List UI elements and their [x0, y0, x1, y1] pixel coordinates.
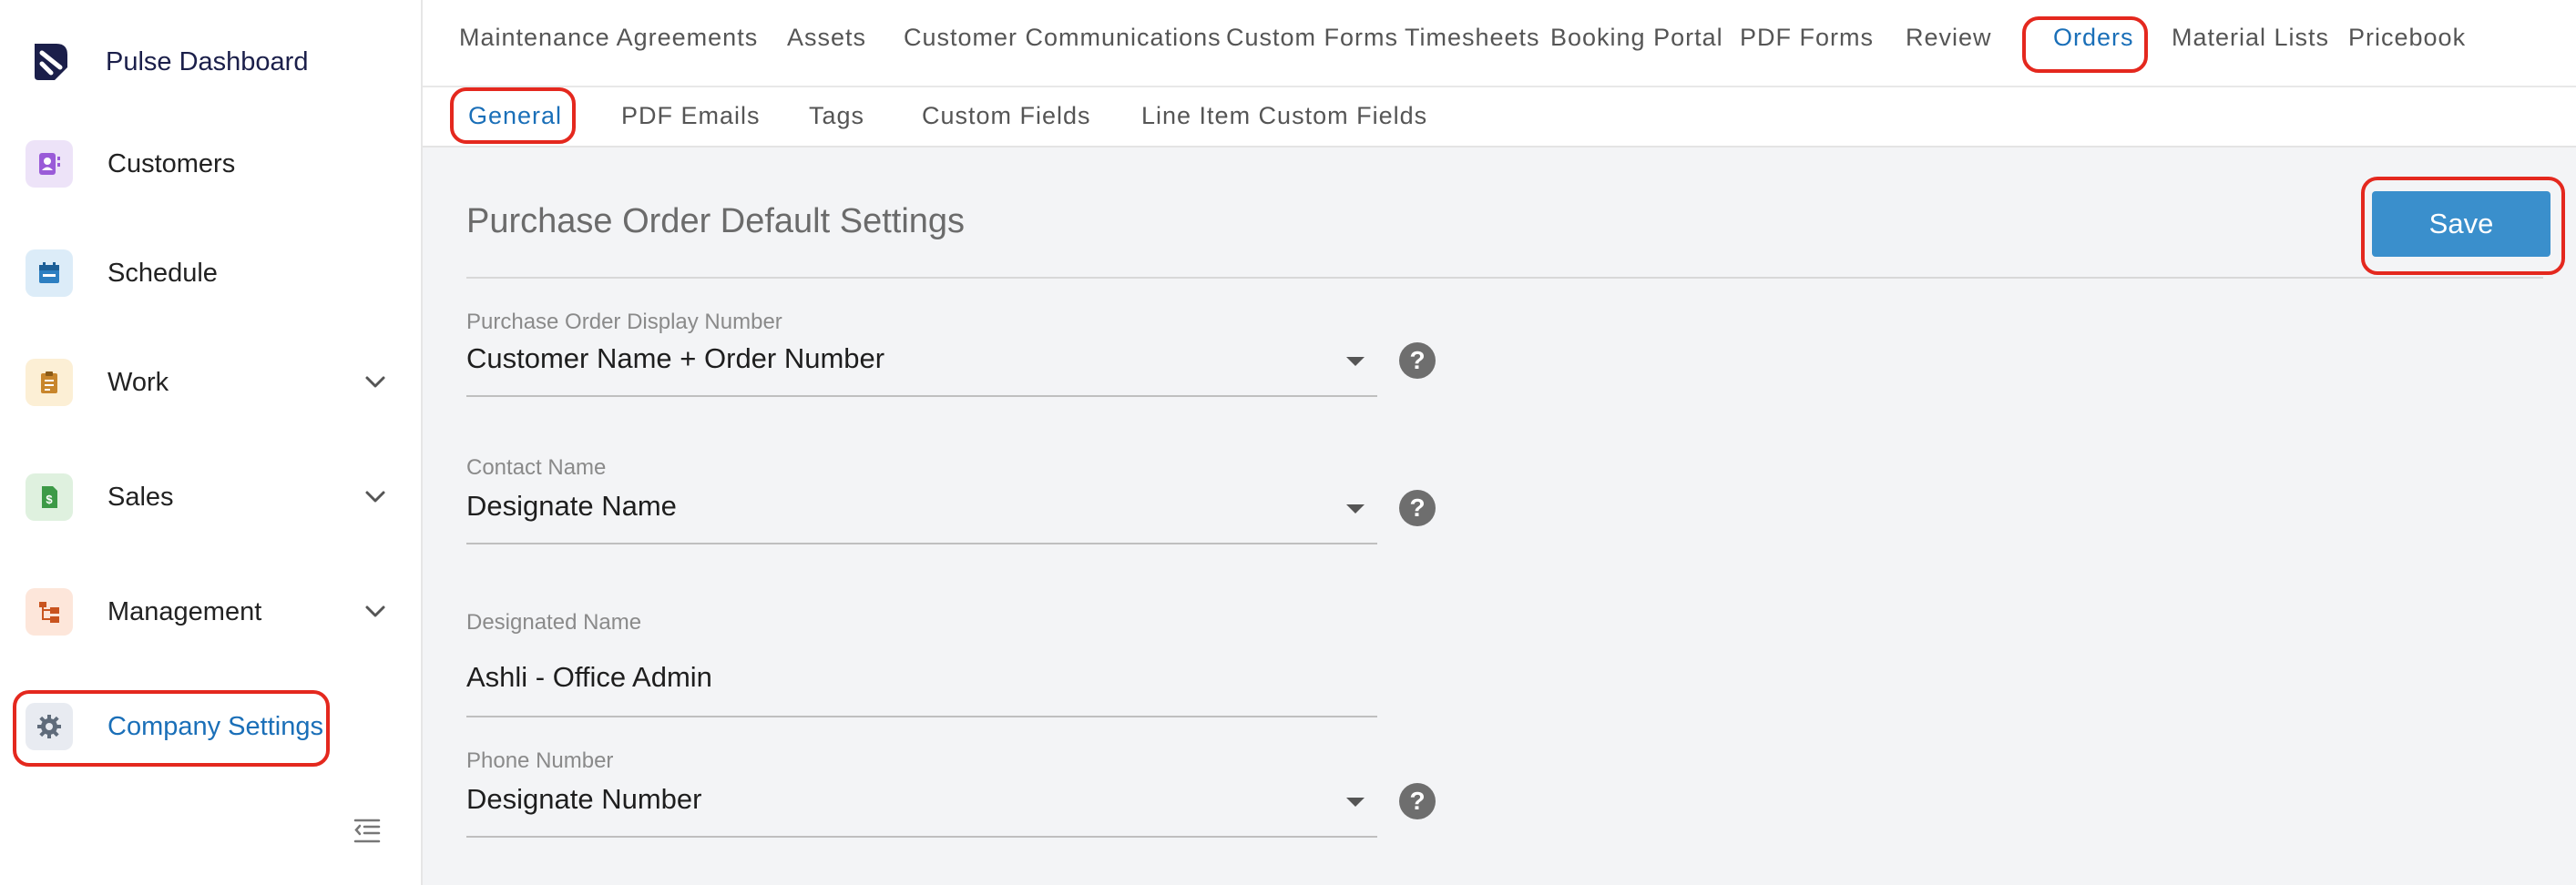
- field-underline: [466, 836, 1377, 838]
- sidebar-item-schedule[interactable]: Schedule: [26, 244, 390, 302]
- gear-icon: [26, 703, 73, 750]
- settings-panel: Purchase Order Default Settings Save Pur…: [423, 148, 2576, 885]
- tab-pricebook[interactable]: Pricebook: [2348, 24, 2466, 52]
- sidebar-item-label: Schedule: [107, 258, 218, 288]
- pulse-logo-icon: [35, 44, 67, 80]
- sidebar-item-label: Management: [107, 596, 262, 626]
- sidebar-item-label: Customers: [107, 148, 236, 178]
- dropdown-arrow-icon[interactable]: [1346, 798, 1365, 807]
- dropdown-arrow-icon[interactable]: [1346, 357, 1365, 366]
- purchase-order-display-number-select[interactable]: Customer Name + Order Number: [466, 342, 1377, 375]
- field-label: Contact Name: [466, 455, 607, 480]
- subtab-line-item-custom-fields[interactable]: Line Item Custom Fields: [1141, 102, 1427, 130]
- subtab-pdf-emails[interactable]: PDF Emails: [621, 102, 761, 130]
- top-tab-bar: Maintenance Agreements Assets Customer C…: [423, 0, 2576, 87]
- tab-timesheets[interactable]: Timesheets: [1405, 24, 1540, 52]
- subtab-general[interactable]: General: [468, 102, 562, 130]
- dropdown-arrow-icon[interactable]: [1346, 504, 1365, 514]
- brand-name: Pulse Dashboard: [106, 46, 309, 76]
- calendar-icon: [26, 249, 73, 297]
- tab-pdf-forms[interactable]: PDF Forms: [1740, 24, 1874, 52]
- sidebar-item-company-settings[interactable]: Company Settings: [26, 697, 390, 756]
- tab-review[interactable]: Review: [1906, 24, 1992, 52]
- sidebar: Pulse Dashboard Customers Schedule Work …: [0, 0, 423, 885]
- help-icon[interactable]: ?: [1399, 783, 1436, 819]
- page-title: Purchase Order Default Settings: [466, 202, 966, 240]
- field-underline: [466, 543, 1377, 544]
- tab-custom-forms[interactable]: Custom Forms: [1226, 24, 1398, 52]
- field-label: Purchase Order Display Number: [466, 310, 782, 334]
- tab-booking-portal[interactable]: Booking Portal: [1550, 24, 1723, 52]
- divider: [466, 277, 2543, 279]
- designated-name-field[interactable]: Ashli - Office Admin: [466, 661, 1377, 694]
- field-underline: [466, 395, 1377, 397]
- contact-name-select[interactable]: Designate Name: [466, 490, 1377, 523]
- sidebar-item-label: Company Settings: [107, 711, 323, 741]
- sub-tab-bar: General PDF Emails Tags Custom Fields Li…: [423, 87, 2576, 148]
- sidebar-item-customers[interactable]: Customers: [26, 135, 390, 193]
- tab-material-lists[interactable]: Material Lists: [2172, 24, 2329, 52]
- chevron-down-icon[interactable]: [361, 597, 390, 626]
- field-label: Designated Name: [466, 610, 642, 635]
- invoice-icon: $: [26, 473, 73, 521]
- field-label: Phone Number: [466, 748, 614, 773]
- clipboard-icon: [26, 359, 73, 406]
- chevron-down-icon[interactable]: [361, 368, 390, 397]
- sidebar-item-work[interactable]: Work: [26, 353, 390, 412]
- help-icon[interactable]: ?: [1399, 342, 1436, 379]
- help-icon[interactable]: ?: [1399, 490, 1436, 526]
- tab-assets[interactable]: Assets: [787, 24, 866, 52]
- chevron-down-icon[interactable]: [361, 483, 390, 512]
- tab-orders[interactable]: Orders: [2053, 24, 2134, 52]
- sidebar-item-label: Sales: [107, 482, 174, 512]
- collapse-sidebar-icon[interactable]: [352, 816, 383, 847]
- subtab-custom-fields[interactable]: Custom Fields: [922, 102, 1091, 130]
- tab-customer-communications[interactable]: Customer Communications: [904, 24, 1222, 52]
- org-chart-icon: [26, 588, 73, 636]
- brand[interactable]: Pulse Dashboard: [29, 36, 308, 87]
- field-underline: [466, 716, 1377, 717]
- svg-text:$: $: [46, 493, 53, 506]
- customers-icon: [26, 140, 73, 188]
- sidebar-item-label: Work: [107, 367, 169, 397]
- sidebar-item-sales[interactable]: $ Sales: [26, 468, 390, 526]
- sidebar-item-management[interactable]: Management: [26, 583, 390, 641]
- subtab-tags[interactable]: Tags: [809, 102, 864, 130]
- tab-maintenance-agreements[interactable]: Maintenance Agreements: [459, 24, 758, 52]
- save-button[interactable]: Save: [2372, 191, 2550, 257]
- phone-number-select[interactable]: Designate Number: [466, 783, 1377, 816]
